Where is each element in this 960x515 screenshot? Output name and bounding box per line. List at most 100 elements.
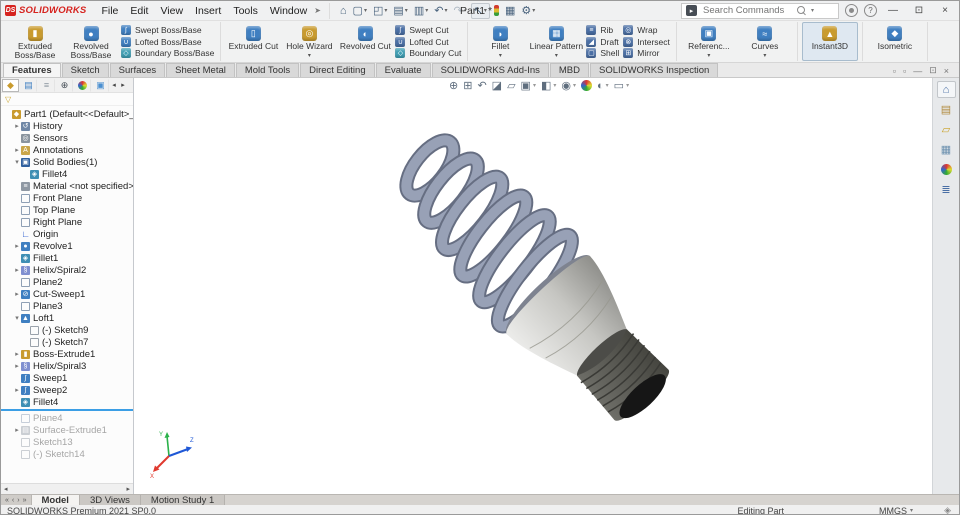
tree-expand-icon[interactable]: ▸ — [13, 242, 21, 250]
ribbon-extruded-cut-button[interactable]: ▯Extruded Cut — [225, 22, 281, 61]
bottom-tab-motion-study-1[interactable]: Motion Study 1 — [141, 495, 225, 505]
tree-item-sensors[interactable]: ◎Sensors — [1, 132, 133, 144]
tab-mbd[interactable]: MBD — [550, 63, 589, 77]
file-explorer-tab[interactable]: ▱ — [937, 121, 956, 138]
tree-item-helix-spiral3[interactable]: ▸§Helix/Spiral3 — [1, 360, 133, 372]
bottom-tab-model[interactable]: Model — [32, 495, 80, 505]
tree-item-plane4[interactable]: Plane4 — [1, 412, 133, 424]
tab-scroll-last[interactable]: » — [23, 497, 27, 504]
home-button[interactable]: ⌂ — [338, 3, 349, 19]
tree-item-front-plane[interactable]: Front Plane — [1, 192, 133, 204]
options-button[interactable]: ⚙▾ — [519, 3, 537, 19]
tree-filter[interactable]: ▽ — [1, 93, 133, 106]
restore-button[interactable]: ⊡ — [909, 5, 929, 16]
scroll-left-icon[interactable]: ◂ — [4, 485, 8, 493]
ribbon-swept-boss-base-button[interactable]: ∫Swept Boss/Base — [121, 25, 214, 36]
tab-direct-editing[interactable]: Direct Editing — [300, 63, 375, 77]
bottom-tab-3d-views[interactable]: 3D Views — [80, 495, 141, 505]
tree-item-sketch14[interactable]: (-) Sketch14 — [1, 448, 133, 460]
ribbon-mirror-button[interactable]: ⊞Mirror — [623, 48, 670, 59]
tab-surfaces[interactable]: Surfaces — [110, 63, 166, 77]
search-dropdown-icon[interactable]: ▾ — [811, 7, 814, 14]
tree-item-revolve1[interactable]: ▸●Revolve1 — [1, 240, 133, 252]
rollback-bar[interactable] — [1, 409, 133, 411]
tree-item-top-plane[interactable]: Top Plane — [1, 204, 133, 216]
view-orientation-icon[interactable]: ▣▾ — [521, 79, 536, 92]
undo-button[interactable]: ↶▾ — [432, 3, 449, 19]
tree-expand-icon[interactable]: ▸ — [13, 122, 21, 130]
menu-window[interactable]: Window — [265, 4, 312, 18]
graphics-area[interactable]: ⊕⊞↶◪▱▣▾◧▾◉▾◐▾▭▾ — [134, 78, 932, 494]
rebuild-button[interactable] — [492, 3, 501, 19]
solidworks-resources-tab[interactable]: ⌂ — [937, 81, 956, 98]
tab-features[interactable]: Features — [3, 63, 61, 77]
menu-tools[interactable]: Tools — [228, 4, 263, 18]
tree-item-sketch9[interactable]: (-) Sketch9 — [1, 324, 133, 336]
tree-item-plane2[interactable]: Plane2 — [1, 276, 133, 288]
tree-item-fillet1[interactable]: ◈Fillet1 — [1, 252, 133, 264]
search-input[interactable] — [701, 4, 793, 17]
login-button[interactable] — [845, 4, 858, 17]
design-library-tab[interactable]: ▤ — [937, 101, 956, 118]
annotation-views-icon[interactable]: ▱ — [507, 79, 515, 92]
tab-sketch[interactable]: Sketch — [62, 63, 109, 77]
ribbon-rib-button[interactable]: ≡Rib — [586, 25, 619, 36]
appearances-scenes-tab[interactable] — [937, 161, 956, 178]
previous-view-icon[interactable]: ↶ — [477, 79, 486, 92]
open-document-button[interactable]: ◰▾ — [371, 3, 389, 19]
tree-expand-icon[interactable]: ▸ — [13, 146, 21, 154]
view-palette-tab[interactable]: ▦ — [937, 141, 956, 158]
tab-solidworks-add-ins[interactable]: SOLIDWORKS Add-Ins — [432, 63, 549, 77]
tree-item-part1-default-default-display-s[interactable]: ◆Part1 (Default<<Default>_Display S — [1, 108, 133, 120]
doc-close-button[interactable]: × — [944, 66, 949, 76]
tab-scroll-prev[interactable]: ‹ — [12, 497, 14, 504]
new-document-button[interactable]: ▢▾ — [351, 3, 369, 19]
model-cfl-bulb[interactable] — [379, 133, 679, 463]
tree-item-material-not-specified[interactable]: ≡Material <not specified> — [1, 180, 133, 192]
panel-horizontal-scrollbar[interactable]: ◂ ▸ — [1, 483, 133, 494]
menu-insert[interactable]: Insert — [190, 4, 226, 18]
minimize-button[interactable]: — — [883, 5, 903, 16]
tab-evaluate[interactable]: Evaluate — [376, 63, 431, 77]
ribbon-revolved-boss-base-button[interactable]: ●Revolved Boss/Base — [63, 22, 119, 61]
fm-tabs-scroll-left-icon[interactable]: ◂ — [110, 81, 118, 89]
ribbon-wrap-button[interactable]: ◎Wrap — [623, 25, 670, 36]
tree-item-helix-spiral2[interactable]: ▸§Helix/Spiral2 — [1, 264, 133, 276]
tree-expand-icon[interactable]: ▾ — [13, 158, 21, 166]
tree-expand-icon[interactable]: ▸ — [13, 290, 21, 298]
display-style-icon[interactable]: ◧▾ — [541, 79, 556, 92]
tree-item-loft1[interactable]: ▾▲Loft1 — [1, 312, 133, 324]
ribbon-extruded-boss-base-button[interactable]: ▮Extruded Boss/Base — [7, 22, 63, 61]
view-settings-icon[interactable]: ▭▾ — [614, 79, 629, 92]
tree-item-sketch13[interactable]: Sketch13 — [1, 436, 133, 448]
save-button[interactable]: ▤▾ — [391, 3, 409, 19]
tree-item-sketch7[interactable]: (-) Sketch7 — [1, 336, 133, 348]
dimxpertmanager-tab[interactable]: ⊕ — [56, 79, 73, 92]
tree-item-plane3[interactable]: Plane3 — [1, 300, 133, 312]
tab-scroll-next[interactable]: › — [17, 497, 19, 504]
ribbon-boundary-boss-base-button[interactable]: ◇Boundary Boss/Base — [121, 48, 214, 59]
status-tag-icon[interactable]: ◈ — [944, 505, 951, 515]
cam-tab[interactable]: ▣ — [92, 79, 109, 92]
tab-sheet-metal[interactable]: Sheet Metal — [166, 63, 235, 77]
tree-item-surface-extrude1[interactable]: ▸▤Surface-Extrude1 — [1, 424, 133, 436]
pin-menu-icon[interactable]: ➤ — [314, 6, 321, 15]
tree-item-boss-extrude1[interactable]: ▸▮Boss-Extrude1 — [1, 348, 133, 360]
tree-item-origin[interactable]: ∟Origin — [1, 228, 133, 240]
select-button[interactable]: ↖▾ — [471, 3, 490, 19]
ribbon-fillet-button[interactable]: ◗Fillet▾ — [472, 22, 528, 61]
tree-expand-icon[interactable]: ▾ — [13, 314, 21, 322]
units-selector[interactable]: MMGS ▾ — [879, 506, 913, 515]
tree-expand-icon[interactable]: ▸ — [13, 362, 21, 370]
ribbon-revolved-cut-button[interactable]: ◐Revolved Cut — [337, 22, 393, 61]
ribbon-referenc-button[interactable]: ▣Referenc...▾ — [681, 22, 737, 61]
edit-appearance-icon[interactable] — [581, 80, 592, 91]
menu-view[interactable]: View — [155, 4, 188, 18]
propertymanager-tab[interactable]: ▤ — [20, 79, 37, 92]
ribbon-curves-button[interactable]: ≈Curves▾ — [737, 22, 793, 61]
ribbon-boundary-cut-button[interactable]: ◇Boundary Cut — [395, 48, 461, 59]
tab-solidworks-inspection[interactable]: SOLIDWORKS Inspection — [590, 63, 718, 77]
tree-item-cut-sweep1[interactable]: ▸⊘Cut-Sweep1 — [1, 288, 133, 300]
featuremanager-design-tree-tab[interactable]: ◆ — [2, 79, 19, 92]
ribbon-lofted-boss-base-button[interactable]: ∪Lofted Boss/Base — [121, 36, 214, 47]
